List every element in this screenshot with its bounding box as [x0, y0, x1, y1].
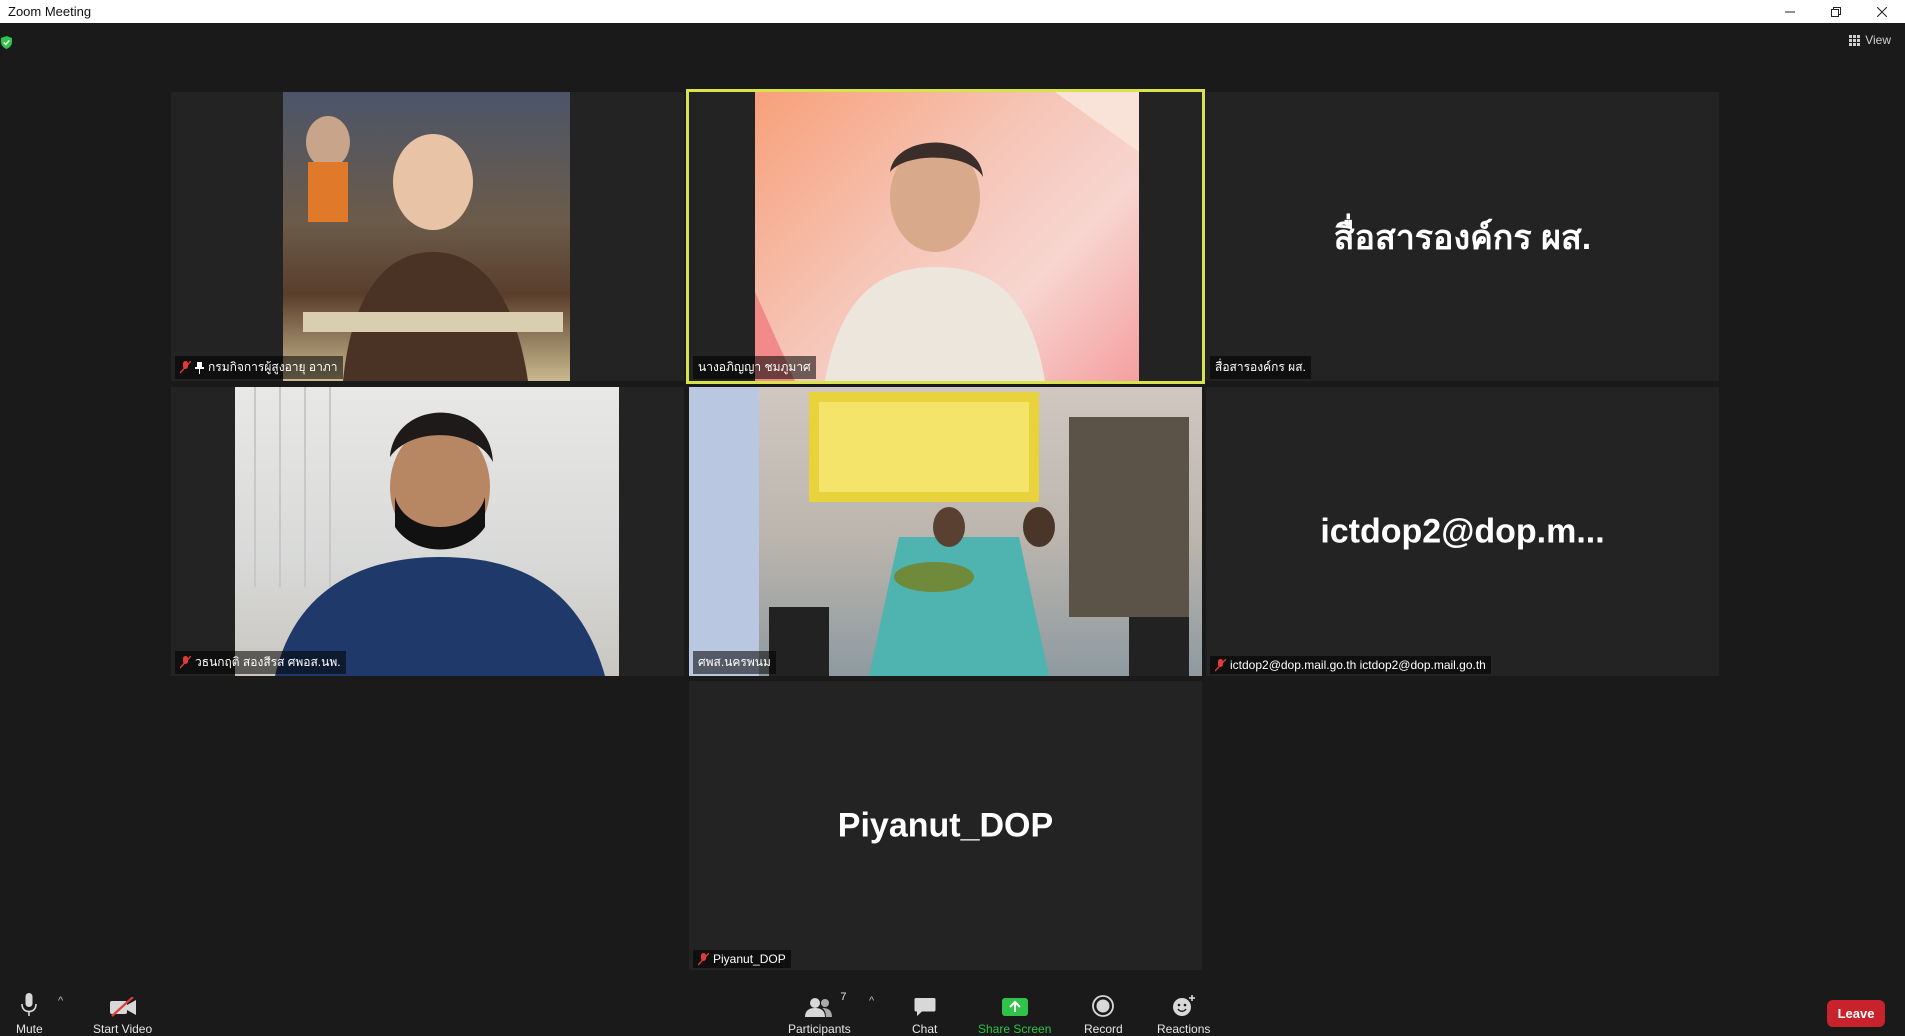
share-screen-icon [1001, 998, 1028, 1016]
mic-muted-icon [698, 952, 709, 965]
mute-button[interactable]: Mute [16, 993, 43, 1036]
security-shield-icon[interactable] [0, 36, 13, 49]
video-tile-3[interactable]: สื่อสารองค์กร ผส. สื่อสารองค์กร ผส. [1206, 92, 1719, 381]
microphone-icon [21, 993, 38, 1016]
close-icon [1877, 6, 1887, 17]
mic-muted-icon [180, 361, 191, 374]
reactions-label: Reactions [1157, 1022, 1211, 1036]
participant-name-label: กรมกิจการผู้สูงอายุ อาภา [175, 356, 343, 379]
person-silhouette [303, 116, 563, 381]
view-button[interactable]: View [1849, 33, 1891, 47]
participant-name: กรมกิจการผู้สูงอายุ อาภา [208, 360, 338, 374]
participant-video [283, 92, 570, 381]
participant-name: นางอภิญญา ชมภูมาศ [698, 360, 811, 374]
leave-button[interactable]: Leave [1827, 1000, 1885, 1027]
window-controls [1767, 0, 1905, 23]
participants-button[interactable]: 7 Participants [788, 991, 851, 1036]
participant-name-label: Piyanut_DOP [693, 950, 791, 968]
participant-name: ศพส.นครพนม [698, 655, 771, 669]
participant-video [689, 387, 1202, 676]
participant-name: วธนกฤติ สองสีรส ศพอส.นพ. [195, 655, 341, 669]
participant-display-name: Piyanut_DOP [837, 806, 1054, 844]
video-tile-7[interactable]: Piyanut_DOP Piyanut_DOP [689, 681, 1202, 970]
participant-video [755, 92, 1139, 381]
participant-name-label: นางอภิญญา ชมภูมาศ [693, 356, 816, 379]
share-screen-button[interactable]: Share Screen [978, 993, 1051, 1036]
participant-display-name: สื่อสารองค์กร ผส. [1333, 218, 1592, 257]
participant-name: สื่อสารองค์กร ผส. [1215, 360, 1306, 374]
minimize-icon [1785, 11, 1795, 12]
person-silhouette [755, 92, 1139, 381]
participant-display-name: ictdop2@dop.m... [1320, 512, 1605, 550]
reactions-smiley-icon [1172, 995, 1195, 1016]
view-label: View [1865, 33, 1891, 47]
participant-name-label: สื่อสารองค์กร ผส. [1210, 356, 1311, 379]
start-video-button[interactable]: Start Video [93, 993, 152, 1036]
participant-name: ictdop2@dop.mail.go.th ictdop2@dop.mail.… [1230, 658, 1486, 672]
participant-video [235, 387, 619, 676]
chat-label: Chat [912, 1022, 938, 1036]
participants-icon [805, 998, 833, 1017]
meeting-toolbar: Mute ^ Start Video 7 Participants ^ Chat… [0, 983, 1905, 1036]
minimize-button[interactable] [1767, 0, 1813, 23]
record-icon [1092, 995, 1115, 1017]
audio-options-caret[interactable]: ^ [58, 995, 63, 1007]
participant-name: Piyanut_DOP [713, 952, 786, 966]
window-title: Zoom Meeting [8, 4, 92, 19]
mute-label: Mute [16, 1022, 43, 1036]
person-silhouette [254, 387, 605, 676]
video-tile-5[interactable]: ศพส.นครพนม [689, 387, 1202, 676]
participants-options-caret[interactable]: ^ [869, 995, 874, 1007]
participants-count: 7 [840, 991, 847, 1003]
video-off-icon [109, 997, 136, 1017]
restore-icon [1831, 6, 1841, 17]
title-bar: Zoom Meeting [0, 0, 1905, 23]
video-tile-6[interactable]: ictdop2@dop.m... ictdop2@dop.mail.go.th … [1206, 387, 1719, 676]
close-button[interactable] [1859, 0, 1905, 23]
share-screen-label: Share Screen [978, 1022, 1052, 1036]
start-video-label: Start Video [93, 1022, 153, 1036]
restore-button[interactable] [1813, 0, 1859, 23]
participants-label: Participants [788, 1022, 851, 1036]
participant-name-label: ศพส.นครพนม [693, 651, 776, 674]
chat-button[interactable]: Chat [912, 993, 937, 1036]
participant-name-label: ictdop2@dop.mail.go.th ictdop2@dop.mail.… [1210, 656, 1491, 674]
reactions-button[interactable]: Reactions [1157, 993, 1210, 1036]
video-tile-2[interactable]: นางอภิญญา ชมภูมาศ [686, 89, 1205, 384]
participant-name-label: วธนกฤติ สองสีรส ศพอส.นพ. [175, 651, 346, 674]
record-button[interactable]: Record [1084, 993, 1123, 1036]
room-scene [689, 387, 1189, 676]
chat-icon [914, 998, 936, 1016]
mic-muted-icon [1215, 658, 1226, 671]
record-label: Record [1084, 1022, 1123, 1036]
grid-view-icon [1849, 34, 1861, 46]
video-tile-1[interactable]: กรมกิจการผู้สูงอายุ อาภา [171, 92, 684, 381]
pin-icon [195, 361, 204, 374]
video-tile-4[interactable]: วธนกฤติ สองสีรส ศพอส.นพ. [171, 387, 684, 676]
mic-muted-icon [180, 656, 191, 669]
